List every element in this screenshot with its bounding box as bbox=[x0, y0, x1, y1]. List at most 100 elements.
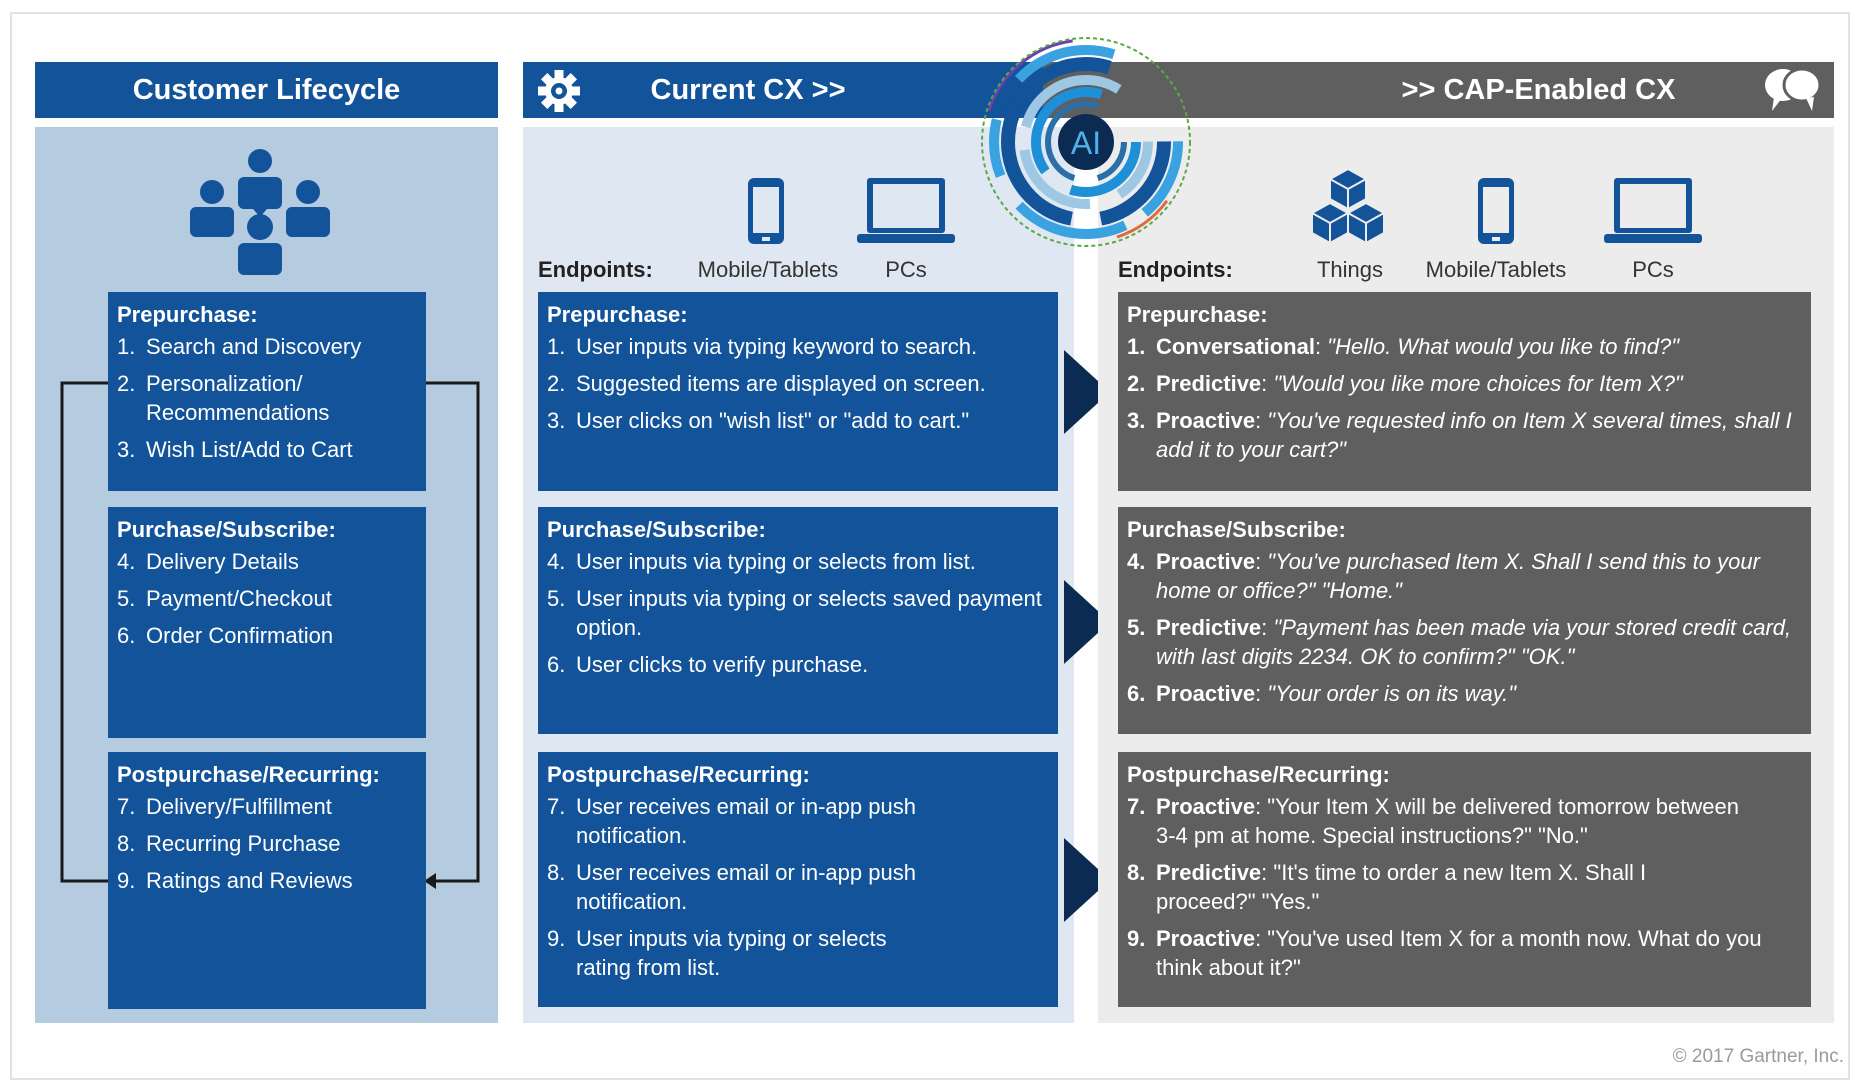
item-text: Proactive: "You've used Item X for a mon… bbox=[1156, 926, 1762, 980]
item-number: 7. bbox=[1127, 794, 1146, 819]
item-quote: "Your order is on its way." bbox=[1267, 681, 1517, 706]
item-number: 2. bbox=[1127, 371, 1146, 396]
stage-title: Postpurchase/Recurring: bbox=[117, 762, 380, 787]
stage-item: 7. Proactive: "Your Item X will be delive… bbox=[1127, 792, 1801, 850]
item-text: Proactive: "You've requested info on Ite… bbox=[1156, 408, 1792, 462]
stage-item: 6. User clicks to verify purchase. bbox=[547, 650, 1048, 679]
item-number: 2. bbox=[117, 371, 136, 396]
item-number: 1. bbox=[547, 334, 566, 359]
stage-item: 5. User inputs via typing or selects save… bbox=[547, 584, 1048, 642]
item-number: 8. bbox=[1127, 860, 1146, 885]
ai-badge: AI bbox=[981, 37, 1191, 247]
item-quote: "Would you like more choices for Item X?… bbox=[1273, 371, 1683, 396]
laptop-icon bbox=[1604, 178, 1702, 243]
laptop-icon bbox=[857, 178, 955, 243]
item-number: 5. bbox=[117, 586, 136, 611]
endpoint-things: Things bbox=[1316, 257, 1384, 282]
item-text: User receives email or in-app push notif… bbox=[576, 794, 916, 848]
item-text: Payment/Checkout bbox=[146, 586, 332, 611]
stage-item: 7. Delivery/Fulfillment bbox=[117, 792, 416, 821]
stage-item: 8. Predictive: "It's time to order a new … bbox=[1127, 858, 1801, 916]
item-text: User clicks to verify purchase. bbox=[576, 652, 869, 677]
item-number: 4. bbox=[547, 549, 566, 574]
item-text: Predictive: "It's time to order a new It… bbox=[1156, 860, 1647, 914]
item-text: Predictive: "Payment has been made via y… bbox=[1156, 615, 1792, 669]
item-number: 4. bbox=[1127, 549, 1146, 574]
stage-item: 4. Proactive: "You've purchased Item X. S… bbox=[1127, 547, 1801, 605]
item-number: 3. bbox=[1127, 408, 1146, 433]
current-stage-purchase: Purchase/Subscribe: 4. User inputs via ty… bbox=[538, 507, 1058, 734]
stage-title: Purchase/Subscribe: bbox=[117, 517, 336, 542]
current-stage-postpurchase: Postpurchase/Recurring: 7. User receives … bbox=[538, 752, 1058, 1007]
item-text: User receives email or in-app push notif… bbox=[576, 860, 916, 914]
lifecycle-stage-postpurchase: Postpurchase/Recurring: 7. Delivery/Fulfi… bbox=[108, 752, 426, 1009]
item-text: User inputs via typing or selects saved … bbox=[576, 586, 1042, 640]
item-type-label: Predictive bbox=[1156, 615, 1262, 640]
stage-item: 1. Conversational: "Hello. What would you… bbox=[1127, 332, 1801, 361]
stage-title: Postpurchase/Recurring: bbox=[547, 762, 810, 787]
item-text: Proactive: "You've purchased Item X. Sha… bbox=[1156, 549, 1760, 603]
current-cx-title: Current CX >> bbox=[650, 73, 846, 106]
current-cx-header: Current CX >> bbox=[523, 62, 1043, 118]
gear-icon bbox=[538, 70, 580, 112]
item-text: Suggested items are displayed on screen. bbox=[576, 371, 986, 396]
item-type-label: Predictive bbox=[1156, 371, 1262, 396]
item-number: 9. bbox=[547, 926, 566, 951]
item-type-label: Conversational bbox=[1156, 334, 1315, 359]
stage-item: 3. Proactive: "You've requested info on I… bbox=[1127, 406, 1801, 464]
item-text: Personalization/ Recommendations bbox=[146, 371, 330, 425]
stage-title: Purchase/Subscribe: bbox=[1127, 517, 1346, 542]
item-number: 5. bbox=[547, 586, 566, 611]
customer-lifecycle-header: Customer Lifecycle bbox=[35, 62, 498, 118]
item-type-label: Proactive bbox=[1156, 681, 1256, 706]
stage-item: 9. Ratings and Reviews bbox=[117, 866, 416, 895]
item-number: 9. bbox=[1127, 926, 1146, 951]
mobile-phone-icon bbox=[748, 178, 784, 244]
chat-bubbles-icon bbox=[1765, 67, 1822, 111]
item-number: 6. bbox=[117, 623, 136, 648]
endpoints-label: Endpoints: bbox=[538, 257, 653, 282]
item-number: 2. bbox=[547, 371, 566, 396]
item-text: Predictive: "Would you like more choices… bbox=[1156, 371, 1683, 396]
item-number: 3. bbox=[117, 437, 136, 462]
stage-item: 9. User inputs via typing or selects rati… bbox=[547, 924, 1048, 982]
cap-stage-prepurchase: Prepurchase: 1. Conversational: "Hello. W… bbox=[1118, 292, 1811, 491]
customer-lifecycle-title: Customer Lifecycle bbox=[132, 73, 401, 106]
copyright-notice: © 2017 Gartner, Inc. bbox=[1672, 1046, 1844, 1067]
item-text: User inputs via typing keyword to search… bbox=[576, 334, 978, 359]
item-quote: "Hello. What would you like to find?" bbox=[1327, 334, 1680, 359]
stage-item: 3. User clicks on "wish list" or "add to … bbox=[547, 406, 1048, 435]
item-number: 5. bbox=[1127, 615, 1146, 640]
ai-badge-label: AI bbox=[1071, 125, 1101, 161]
lifecycle-stage-purchase: Purchase/Subscribe: 4. Delivery Details 5… bbox=[108, 507, 426, 738]
mobile-phone-icon bbox=[1478, 178, 1514, 244]
people-group-icon bbox=[190, 149, 330, 275]
item-text: User inputs via typing or selects from l… bbox=[576, 549, 976, 574]
item-text: Wish List/Add to Cart bbox=[146, 437, 353, 462]
stage-item: 4. Delivery Details bbox=[117, 547, 416, 576]
item-text: Proactive: "Your order is on its way." bbox=[1156, 681, 1517, 706]
item-number: 4. bbox=[117, 549, 136, 574]
cap-cx-title: >> CAP-Enabled CX bbox=[1401, 73, 1676, 106]
item-text: Proactive: "Your Item X will be delivere… bbox=[1156, 794, 1739, 848]
item-number: 6. bbox=[547, 652, 566, 677]
item-text: Conversational: "Hello. What would you l… bbox=[1156, 334, 1680, 359]
item-type-label: Proactive bbox=[1156, 408, 1256, 433]
item-number: 8. bbox=[547, 860, 566, 885]
stage-item: 2. Predictive: "Would you like more choic… bbox=[1127, 369, 1801, 398]
stage-item: 1. Search and Discovery bbox=[117, 332, 416, 361]
stage-item: 6. Order Confirmation bbox=[117, 621, 416, 650]
endpoint-mobile-tablets: Mobile/Tablets bbox=[1425, 257, 1567, 282]
stage-item: 5. Payment/Checkout bbox=[117, 584, 416, 613]
item-type-label: Predictive bbox=[1156, 860, 1262, 885]
cap-endpoints-label: Endpoints: bbox=[1118, 257, 1233, 283]
current-endpoints-label: Endpoints: bbox=[538, 257, 653, 283]
item-number: 6. bbox=[1127, 681, 1146, 706]
item-text: Search and Discovery bbox=[146, 334, 362, 359]
endpoint-mobile-tablets: Mobile/Tablets bbox=[697, 257, 839, 282]
cap-stage-purchase: Purchase/Subscribe: 4. Proactive: "You've… bbox=[1118, 507, 1811, 734]
stage-item: 2. Suggested items are displayed on scree… bbox=[547, 369, 1048, 398]
stage-title: Prepurchase: bbox=[547, 302, 688, 327]
item-type-label: Proactive bbox=[1156, 926, 1256, 951]
stage-title: Purchase/Subscribe: bbox=[547, 517, 766, 542]
